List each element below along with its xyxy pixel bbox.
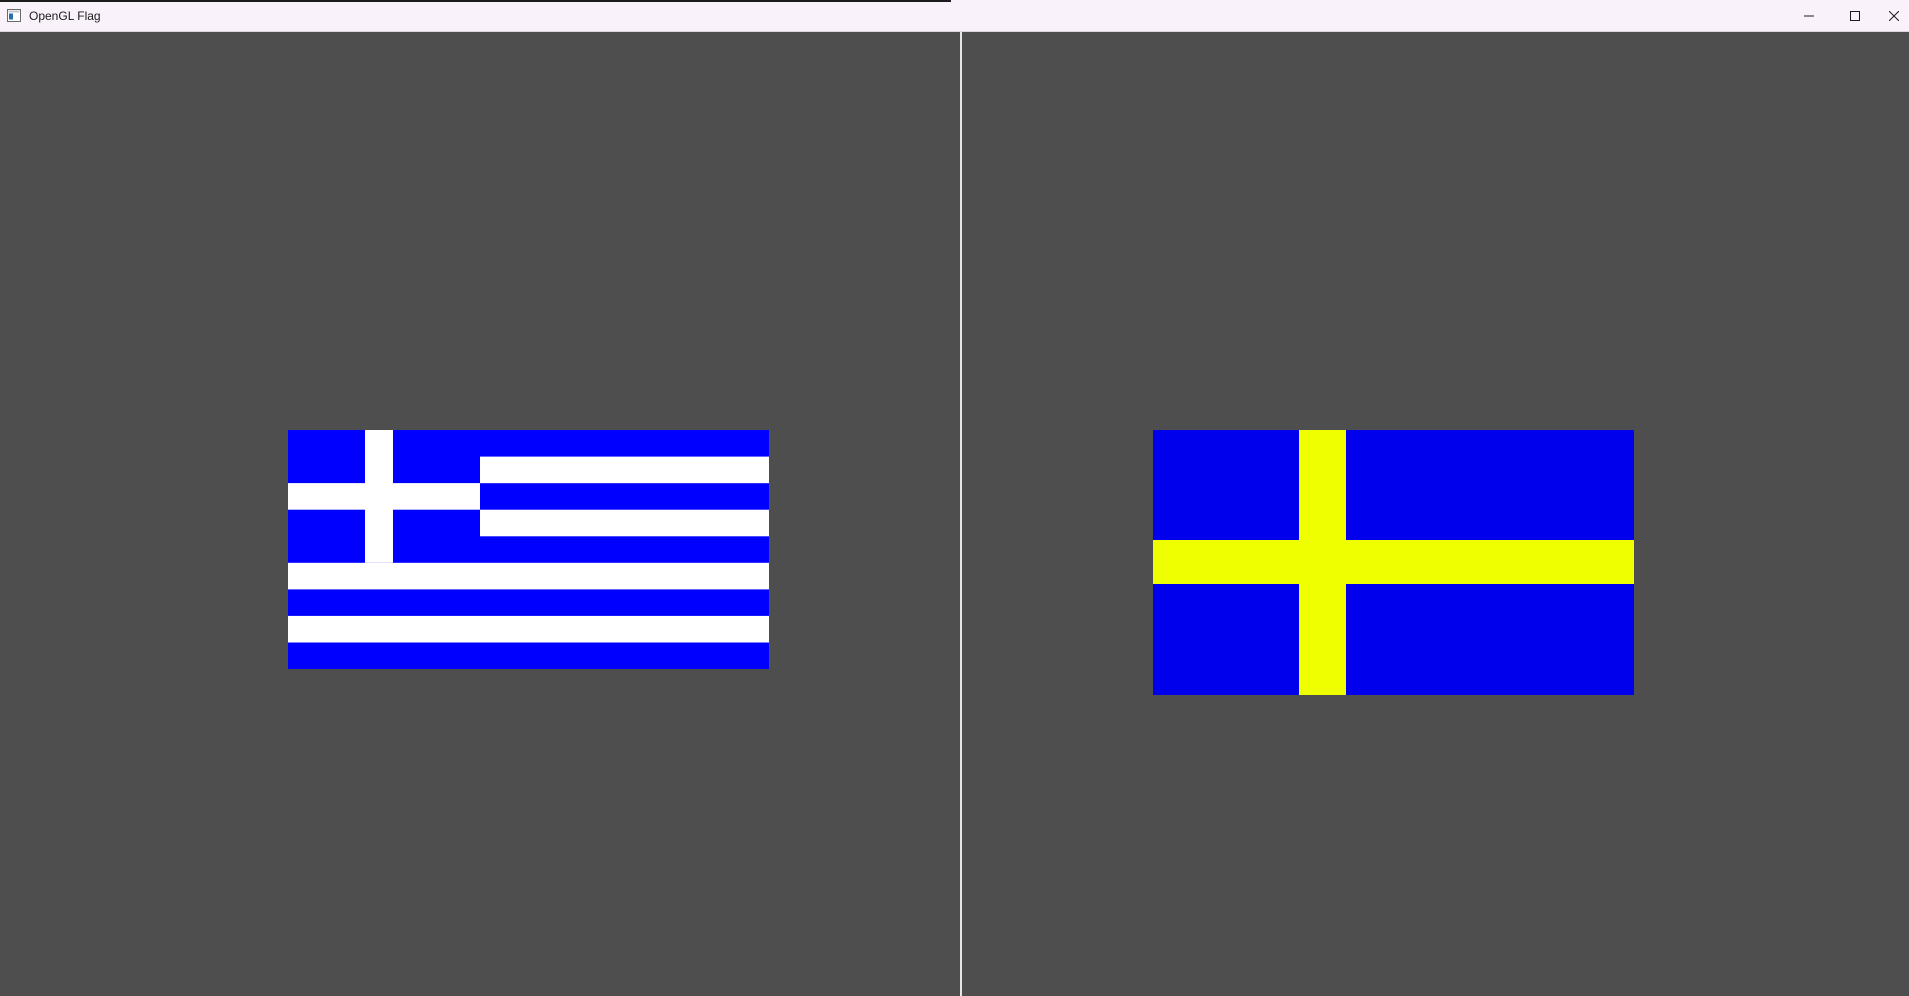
minimize-icon bbox=[1804, 15, 1814, 17]
maximize-icon bbox=[1850, 11, 1860, 21]
opengl-app-window-icon bbox=[7, 9, 21, 22]
greece-stripe-white bbox=[288, 615, 769, 643]
viewport-divider bbox=[960, 32, 962, 996]
greece-stripe-white bbox=[288, 562, 769, 590]
greece-flag bbox=[288, 430, 769, 669]
sweden-flag bbox=[1153, 430, 1634, 695]
greece-cross-horizontal bbox=[288, 483, 480, 510]
greece-stripe-white bbox=[480, 456, 769, 484]
titlebar-accent-line bbox=[0, 0, 951, 2]
sweden-cross-horizontal bbox=[1153, 540, 1634, 584]
maximize-button[interactable] bbox=[1832, 0, 1878, 32]
window-title: OpenGL Flag bbox=[29, 9, 101, 23]
greece-stripe-white bbox=[480, 509, 769, 537]
close-button[interactable] bbox=[1878, 0, 1909, 32]
minimize-button[interactable] bbox=[1786, 0, 1832, 32]
opengl-render-area[interactable] bbox=[0, 32, 1909, 996]
close-icon bbox=[1888, 11, 1899, 21]
window-titlebar[interactable]: OpenGL Flag bbox=[0, 0, 1909, 32]
